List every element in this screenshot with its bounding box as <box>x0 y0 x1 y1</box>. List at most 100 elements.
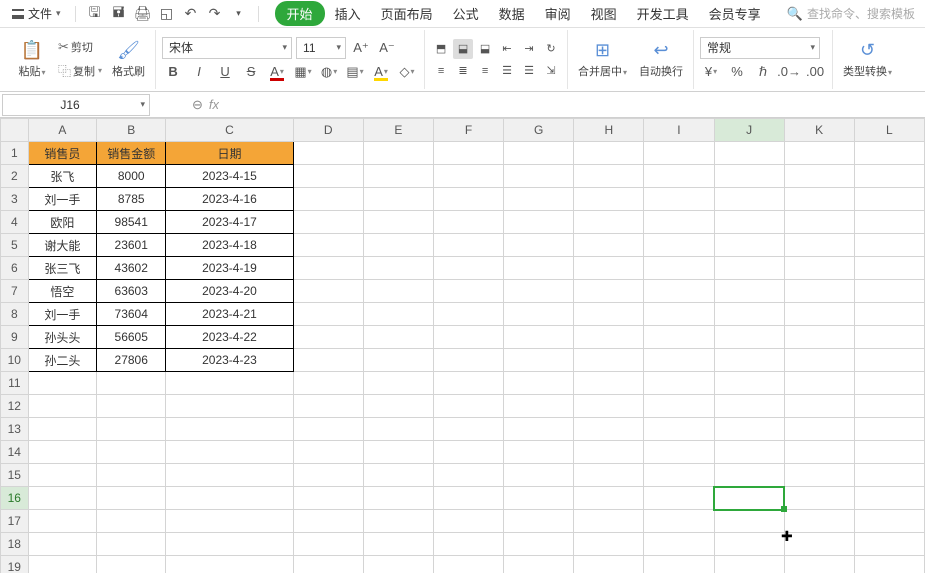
cell-H5[interactable] <box>574 234 644 257</box>
cell-G2[interactable] <box>504 165 574 188</box>
shrink-font-button[interactable]: A⁻ <box>376 37 398 59</box>
cell-L15[interactable] <box>854 464 924 487</box>
cell-C5[interactable]: 2023-4-18 <box>166 234 293 257</box>
col-header-E[interactable]: E <box>363 119 433 142</box>
chevron-down-icon[interactable]: ▾ <box>228 3 250 25</box>
cell-B4[interactable]: 98541 <box>97 211 166 234</box>
cell-B13[interactable] <box>97 418 166 441</box>
cell-C4[interactable]: 2023-4-17 <box>166 211 293 234</box>
row-header-12[interactable]: 12 <box>1 395 29 418</box>
cell-H4[interactable] <box>574 211 644 234</box>
cell-B7[interactable]: 63603 <box>97 280 166 303</box>
cell-H1[interactable] <box>574 142 644 165</box>
cell-J18[interactable] <box>714 533 784 556</box>
dec-decimal-button[interactable]: .00 <box>804 61 826 83</box>
cell-I19[interactable] <box>644 556 714 573</box>
cell-C3[interactable]: 2023-4-16 <box>166 188 293 211</box>
search-box[interactable]: 🔍 查找命令、搜索模板 <box>787 5 919 22</box>
cell-B19[interactable] <box>97 556 166 573</box>
tab-start[interactable]: 开始 <box>275 1 325 26</box>
justify-button[interactable]: ☰ <box>497 61 517 81</box>
cell-L8[interactable] <box>854 303 924 326</box>
cell-E3[interactable] <box>363 188 433 211</box>
cell-D8[interactable] <box>293 303 363 326</box>
save-icon[interactable]: 🖫 <box>84 3 106 25</box>
clear-format-button[interactable]: ◇ <box>396 61 418 83</box>
cell-A17[interactable] <box>28 510 97 533</box>
cell-L9[interactable] <box>854 326 924 349</box>
cell-C6[interactable]: 2023-4-19 <box>166 257 293 280</box>
tab-review[interactable]: 审阅 <box>535 0 581 27</box>
cell-H19[interactable] <box>574 556 644 573</box>
cell-B10[interactable]: 27806 <box>97 349 166 372</box>
orientation-button[interactable]: ↻ <box>541 39 561 59</box>
row-header-1[interactable]: 1 <box>1 142 29 165</box>
cell-D6[interactable] <box>293 257 363 280</box>
tab-layout[interactable]: 页面布局 <box>371 0 443 27</box>
cell-K8[interactable] <box>784 303 854 326</box>
cell-K3[interactable] <box>784 188 854 211</box>
distribute-button[interactable]: ☰ <box>519 61 539 81</box>
row-header-3[interactable]: 3 <box>1 188 29 211</box>
cell-E13[interactable] <box>363 418 433 441</box>
cell-E2[interactable] <box>363 165 433 188</box>
cell-I1[interactable] <box>644 142 714 165</box>
comma-button[interactable]: ℏ <box>752 61 774 83</box>
cell-H6[interactable] <box>574 257 644 280</box>
cell-I13[interactable] <box>644 418 714 441</box>
number-format-select[interactable]: 常规 <box>700 37 820 59</box>
cell-H18[interactable] <box>574 533 644 556</box>
cell-E9[interactable] <box>363 326 433 349</box>
cell-J10[interactable] <box>714 349 784 372</box>
cell-A1[interactable]: 销售员 <box>28 142 97 165</box>
cell-D7[interactable] <box>293 280 363 303</box>
cell-A8[interactable]: 刘一手 <box>28 303 97 326</box>
cell-E10[interactable] <box>363 349 433 372</box>
italic-button[interactable]: I <box>188 61 210 83</box>
cell-J5[interactable] <box>714 234 784 257</box>
cell-D2[interactable] <box>293 165 363 188</box>
cell-B12[interactable] <box>97 395 166 418</box>
cell-G13[interactable] <box>504 418 574 441</box>
cell-A13[interactable] <box>28 418 97 441</box>
cell-F1[interactable] <box>433 142 503 165</box>
cell-B5[interactable]: 23601 <box>97 234 166 257</box>
cell-C13[interactable] <box>166 418 293 441</box>
cell-H7[interactable] <box>574 280 644 303</box>
cell-F6[interactable] <box>433 257 503 280</box>
wrap-text-button[interactable]: ↩ 自动换行 <box>635 38 687 81</box>
cell-F14[interactable] <box>433 441 503 464</box>
cell-A18[interactable] <box>28 533 97 556</box>
cell-D11[interactable] <box>293 372 363 395</box>
cell-J11[interactable] <box>714 372 784 395</box>
align-center-button[interactable]: ≣ <box>453 61 473 81</box>
cell-L12[interactable] <box>854 395 924 418</box>
cell-H13[interactable] <box>574 418 644 441</box>
cell-G10[interactable] <box>504 349 574 372</box>
cell-K12[interactable] <box>784 395 854 418</box>
row-header-18[interactable]: 18 <box>1 533 29 556</box>
cell-F9[interactable] <box>433 326 503 349</box>
cell-C7[interactable]: 2023-4-20 <box>166 280 293 303</box>
currency-button[interactable]: ¥ <box>700 61 722 83</box>
percent-button[interactable]: % <box>726 61 748 83</box>
row-header-4[interactable]: 4 <box>1 211 29 234</box>
cell-L4[interactable] <box>854 211 924 234</box>
cell-D1[interactable] <box>293 142 363 165</box>
cell-K15[interactable] <box>784 464 854 487</box>
cell-A7[interactable]: 悟空 <box>28 280 97 303</box>
cell-C11[interactable] <box>166 372 293 395</box>
cell-L1[interactable] <box>854 142 924 165</box>
cell-J4[interactable] <box>714 211 784 234</box>
cell-G12[interactable] <box>504 395 574 418</box>
cell-G15[interactable] <box>504 464 574 487</box>
cell-F16[interactable] <box>433 487 503 510</box>
cell-K13[interactable] <box>784 418 854 441</box>
cell-L19[interactable] <box>854 556 924 573</box>
cell-B11[interactable] <box>97 372 166 395</box>
cell-F3[interactable] <box>433 188 503 211</box>
merge-center-button[interactable]: ⊞ 合并居中 <box>574 38 631 81</box>
row-header-8[interactable]: 8 <box>1 303 29 326</box>
print-preview-icon[interactable]: ◱ <box>156 3 178 25</box>
cell-H15[interactable] <box>574 464 644 487</box>
